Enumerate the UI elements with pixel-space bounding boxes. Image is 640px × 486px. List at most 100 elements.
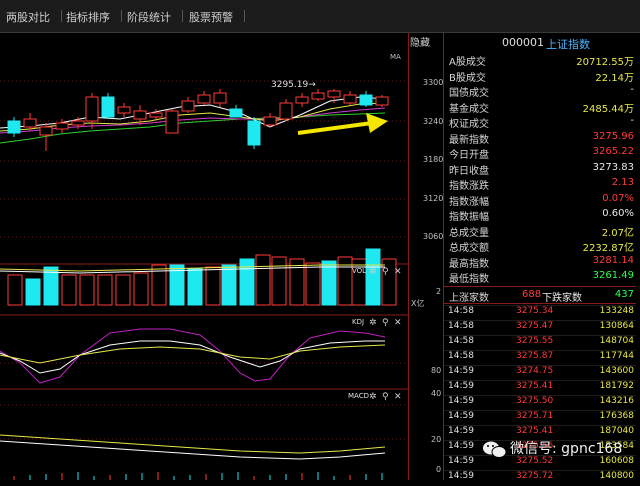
tick-time: 14:58	[448, 336, 474, 346]
candle-body	[117, 106, 131, 114]
kdj-j-line	[0, 328, 386, 384]
tick-time: 14:58	[448, 351, 474, 361]
macd-dea-line	[0, 440, 386, 460]
tab-stage-stats[interactable]: 阶段统计	[127, 9, 183, 25]
quote-row: 指数涨幅 0.07%	[444, 193, 636, 208]
tab-compare[interactable]: 两股对比	[6, 9, 62, 25]
volume-bar	[79, 274, 95, 306]
tick-price: 3275.41	[516, 426, 554, 436]
candle-body	[327, 90, 341, 98]
macd-dif-line	[0, 434, 386, 454]
tick-price: 3275.55	[516, 336, 554, 346]
tick-price: 3275.71	[516, 411, 554, 421]
candle-body	[197, 94, 211, 104]
kdj-gear-icon[interactable]: ✲	[369, 318, 377, 328]
macd-close-icon[interactable]: ✕	[394, 392, 402, 402]
volume-bar	[205, 266, 221, 306]
quote-row: 基金成交 2485.44万	[444, 100, 636, 115]
quote-row: A股成交 20712.55万	[444, 53, 636, 68]
volume-bar	[187, 268, 203, 306]
down-count-label: 下跌家数	[542, 293, 582, 304]
tick-volume: 148704	[599, 336, 634, 346]
kdj-y-tick-40: 40	[431, 389, 442, 398]
quote-value: 0.60%	[602, 208, 634, 219]
volume-bars	[0, 248, 397, 306]
tick-price: 3275.41	[516, 381, 554, 391]
vol-close-icon[interactable]: ✕	[394, 267, 402, 277]
wechat-icon	[483, 441, 507, 458]
vol-gear-icon[interactable]: ✲	[369, 267, 377, 277]
candle-body	[181, 100, 195, 112]
volume-bar	[133, 272, 149, 306]
tick-volume: 143600	[599, 366, 634, 376]
macd-y-tick-0: 0	[436, 465, 442, 474]
volume-bar	[115, 274, 131, 306]
candles	[7, 89, 389, 151]
quote-row: 指数振幅 0.60%	[444, 208, 636, 223]
kline-chart[interactable]: 3295.19→ MA VOL KDJ MACD ✲ ⚲ ✕ ✲ ⚲ ✕ ✲ ⚲…	[0, 33, 408, 480]
tick-price: 3275.34	[516, 306, 554, 316]
quote-value: 22.14万	[595, 72, 634, 84]
quote-label: 指数振幅	[449, 212, 489, 223]
kdj-close-icon[interactable]: ✕	[394, 318, 402, 328]
stock-header: 000001 上证指数	[444, 33, 640, 51]
macd-label: MACD	[348, 392, 369, 400]
quote-row: 今日开盘 3265.22	[444, 146, 636, 161]
quote-row: 总成交额 2232.87亿	[444, 239, 636, 254]
y-tick-3120: 3120	[423, 194, 444, 203]
volume-bar	[25, 278, 41, 306]
volume-bar	[321, 260, 337, 306]
tick-price: 3275.47	[516, 321, 554, 331]
market-breadth: 上涨家数 688 下跌家数 437	[444, 286, 636, 304]
quote-value: 3275.96	[592, 130, 634, 142]
tab-indicator-sort[interactable]: 指标排序	[66, 9, 122, 25]
y-tick-3300: 3300	[423, 78, 444, 87]
tick-time: 14:59	[448, 381, 474, 391]
candle-body	[71, 120, 85, 126]
ma-label: MA	[390, 53, 401, 61]
volume-bar	[365, 248, 381, 306]
quote-value: 0.07%	[602, 192, 634, 204]
tick-volume: 181792	[599, 381, 634, 391]
y-tick-3060: 3060	[423, 232, 444, 241]
candle-body	[295, 96, 309, 104]
tab-stock-alert[interactable]: 股票预警	[189, 9, 245, 25]
tick-row: 14:58 3275.55 148704	[444, 335, 636, 351]
kdj-label: KDJ	[352, 318, 364, 326]
macd-pin-icon[interactable]: ⚲	[382, 392, 389, 402]
quote-row: 总成交量 2.07亿	[444, 224, 636, 239]
hide-button[interactable]: 隐藏	[410, 34, 430, 49]
candle-body	[263, 116, 277, 126]
quote-row: 最新指数 3275.96	[444, 131, 636, 146]
macd-y-tick-20: 20	[431, 435, 442, 444]
vol-pin-icon[interactable]: ⚲	[382, 267, 389, 277]
tick-time: 14:58	[448, 306, 474, 316]
quote-value: -	[630, 115, 634, 126]
volume-bar	[97, 274, 113, 306]
kdj-pin-icon[interactable]: ⚲	[382, 318, 389, 328]
quote-panel: 000001 上证指数 A股成交 20712.55万 B股成交 22.14万 国债成交 -…	[443, 33, 640, 481]
quote-row: 最高指数 3281.14	[444, 255, 636, 270]
up-count-label: 上涨家数	[449, 293, 489, 304]
quote-label: 指数涨幅	[449, 196, 489, 208]
volume-bar	[305, 262, 321, 306]
y-tick-3240: 3240	[423, 117, 444, 126]
tick-row: 14:59 3275.41 181792	[444, 380, 636, 396]
vol-unit: X亿	[411, 299, 425, 308]
tick-price: 3274.75	[516, 366, 554, 376]
quote-label: 指数涨跌	[449, 181, 489, 192]
quote-value: 3281.14	[592, 254, 634, 266]
macd-bars	[13, 472, 383, 480]
quote-value: 3261.49	[592, 270, 634, 281]
candle-body	[359, 94, 373, 106]
quote-label: 今日开盘	[449, 150, 489, 161]
top-tab-bar: 两股对比 指标排序 阶段统计 股票预警	[0, 0, 640, 33]
kdj-d-line	[0, 344, 386, 364]
tick-row: 14:58 3275.87 117744	[444, 350, 636, 366]
tick-volume: 117744	[599, 351, 634, 361]
y-tick-3180: 3180	[423, 155, 444, 164]
tick-time: 14:59	[448, 411, 474, 421]
volume-bar	[337, 256, 353, 306]
macd-gear-icon[interactable]: ✲	[369, 392, 377, 402]
tick-time: 14:59	[448, 441, 474, 451]
